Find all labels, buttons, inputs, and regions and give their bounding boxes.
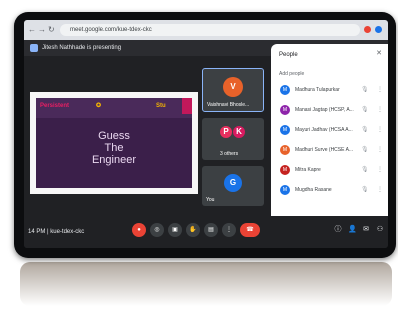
avatar: M <box>280 165 290 175</box>
participant-name: Madhuri Surve (HCSE A... <box>295 147 354 153</box>
list-item[interactable]: M Mayuri Jadhav (HCSA A... 🎙 ⋮ <box>271 122 388 138</box>
avatar: P <box>220 126 232 138</box>
url-text: meet.google.com/kue-tdex-ckc <box>70 27 152 33</box>
shared-slide[interactable]: Persistent ✪ Stu Guess The Engineer <box>30 92 198 194</box>
avatar: K <box>233 126 245 138</box>
list-item[interactable]: M Manasi Jagtap (HCSP, A... 🎙 ⋮ <box>271 102 388 118</box>
presenting-text: Jitesh Nathhade is presenting <box>42 45 122 51</box>
browser-toolbar: ← → ↻ meet.google.com/kue-tdex-ckc <box>24 20 388 40</box>
list-item[interactable]: M Mugdha Rasane 🎙 ⋮ <box>271 182 388 198</box>
meet-screen: ← → ↻ meet.google.com/kue-tdex-ckc Jites… <box>24 20 388 248</box>
participant-tile-others[interactable]: P K 3 others <box>202 118 264 160</box>
participant-name: Mitra Kapre <box>295 167 321 173</box>
forward-icon[interactable]: → <box>38 25 46 35</box>
avatar: V <box>223 77 243 97</box>
activities-icon[interactable]: ⚇ <box>376 226 384 234</box>
info-icon[interactable]: ⓘ <box>334 226 342 234</box>
avatar: M <box>280 125 290 135</box>
avatar: M <box>280 105 290 115</box>
mic-icon[interactable]: 🎙 <box>361 126 369 134</box>
panel-title: People <box>279 52 298 58</box>
reload-icon[interactable]: ↻ <box>48 25 55 35</box>
captions-button[interactable]: ▣ <box>168 223 182 237</box>
slide-title-line1: Guess <box>98 130 130 142</box>
leave-call-button[interactable]: ☎ <box>240 223 260 237</box>
slide-corner-accent <box>182 98 192 114</box>
list-item[interactable]: M Madhuri Surve (HCSE A... 🎙 ⋮ <box>271 142 388 158</box>
mic-icon[interactable]: 🎙 <box>361 166 369 174</box>
add-people-button[interactable]: Add people <box>279 71 304 77</box>
more-icon[interactable]: ⋮ <box>377 146 383 154</box>
address-bar[interactable]: meet.google.com/kue-tdex-ckc <box>60 24 360 36</box>
avatar: G <box>224 174 242 192</box>
more-icon[interactable]: ⋮ <box>377 186 383 194</box>
participant-tile-self[interactable]: G You <box>202 166 264 206</box>
more-icon[interactable]: ⋮ <box>377 126 383 134</box>
participant-name: Mugdha Rasane <box>295 187 332 193</box>
slide-title-line3: Engineer <box>91 154 137 166</box>
slide-logo-left: Persistent <box>40 103 70 109</box>
slide-title: Guess The Engineer <box>36 130 192 166</box>
present-screen-icon <box>30 44 38 52</box>
more-icon[interactable]: ⋮ <box>377 106 383 114</box>
more-icon[interactable]: ⋮ <box>377 166 383 174</box>
tile-name: You <box>206 197 215 203</box>
avatar: M <box>280 185 290 195</box>
extension-icon[interactable] <box>364 26 371 33</box>
mic-toggle-button[interactable]: ● <box>132 223 146 237</box>
tablet-reflection <box>20 262 392 306</box>
tile-name: Vaishnavi Bhosle... <box>207 102 250 108</box>
slide-canvas: Persistent ✪ Stu Guess The Engineer <box>36 98 192 188</box>
people-panel: People ✕ Add people M Madhura Tulapurkar… <box>271 44 388 234</box>
avatar: M <box>280 85 290 95</box>
people-icon[interactable]: 👤 <box>348 226 357 234</box>
slide-title-line2: The <box>104 142 124 154</box>
slide-logo-right: Stu <box>156 103 166 109</box>
chat-icon[interactable]: ✉ <box>362 226 370 234</box>
tile-name: 3 others <box>220 151 239 157</box>
participant-name: Mayuri Jadhav (HCSA A... <box>295 127 353 133</box>
mic-icon[interactable]: 🎙 <box>361 86 369 94</box>
mic-icon[interactable]: 🎙 <box>361 186 369 194</box>
raise-hand-button[interactable]: ✋ <box>186 223 200 237</box>
list-item[interactable]: M Madhura Tulapurkar 🎙 ⋮ <box>271 82 388 98</box>
back-icon[interactable]: ← <box>28 25 36 35</box>
meeting-time-code: 14 PM | kue-tdex-ckc <box>28 229 85 235</box>
meeting-controls: 14 PM | kue-tdex-ckc ● ◎ ▣ ✋ ▤ ⋮ ☎ ⓘ 👤 ✉… <box>24 216 388 248</box>
present-button[interactable]: ▤ <box>204 223 218 237</box>
participant-name: Madhura Tulapurkar <box>295 87 340 93</box>
participant-tile-active[interactable]: V Vaishnavi Bhosle... <box>202 68 264 112</box>
more-options-button[interactable]: ⋮ <box>222 223 236 237</box>
profile-icon[interactable] <box>375 26 382 33</box>
slide-logo-mid: ✪ <box>96 103 102 109</box>
list-item[interactable]: M Mitra Kapre 🎙 ⋮ <box>271 162 388 178</box>
photo-frame: ← → ↻ meet.google.com/kue-tdex-ckc Jites… <box>0 0 398 323</box>
camera-toggle-button[interactable]: ◎ <box>150 223 164 237</box>
mic-icon[interactable]: 🎙 <box>361 106 369 114</box>
more-icon[interactable]: ⋮ <box>377 86 383 94</box>
avatar: M <box>280 145 290 155</box>
participant-name: Manasi Jagtap (HCSP, A... <box>295 107 354 113</box>
mic-icon[interactable]: 🎙 <box>361 146 369 154</box>
close-icon[interactable]: ✕ <box>376 50 382 58</box>
